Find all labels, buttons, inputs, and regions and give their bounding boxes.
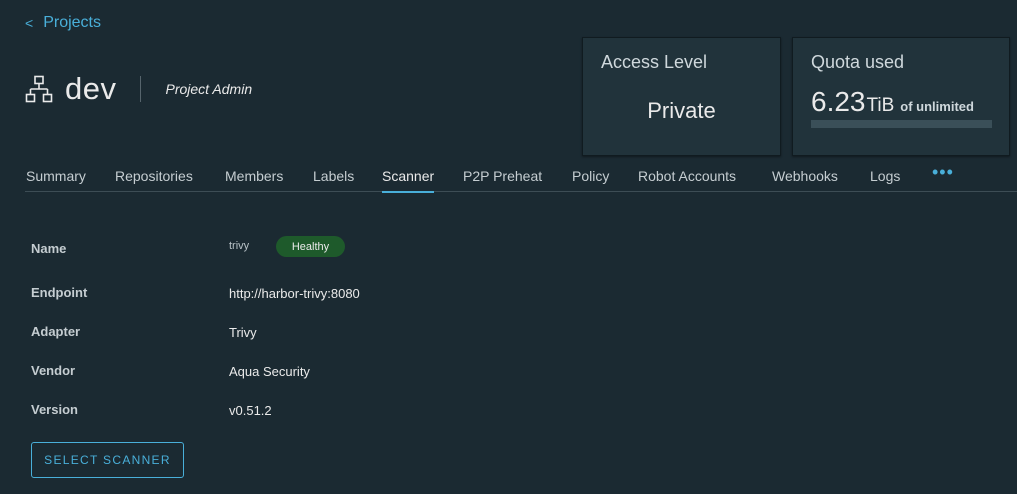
- project-role: Project Admin: [165, 81, 253, 97]
- tab-scanner[interactable]: Scanner: [382, 168, 435, 193]
- scanner-health-badge: Healthy: [276, 236, 345, 257]
- project-tree-icon: [25, 75, 53, 103]
- adapter-label: Adapter: [31, 324, 81, 339]
- vendor-label: Vendor: [31, 363, 76, 378]
- scanner-name-value: trivy: [229, 240, 250, 252]
- vendor-value: Aqua Security: [229, 364, 310, 379]
- tab-repositories[interactable]: Repositories: [115, 168, 193, 192]
- endpoint-label: Endpoint: [31, 285, 88, 300]
- tab-members[interactable]: Members: [225, 168, 283, 192]
- quota-progress-bar: [811, 120, 992, 128]
- adapter-value: Trivy: [229, 325, 257, 340]
- quota-title: Quota used: [811, 52, 905, 72]
- select-scanner-button[interactable]: SELECT SCANNER: [31, 442, 184, 478]
- quota-card: Quota used 6.23 TiB of unlimited: [792, 37, 1010, 156]
- access-level-title: Access Level: [601, 52, 708, 72]
- back-link-label: Projects: [43, 14, 101, 31]
- more-tabs-icon[interactable]: •••: [932, 162, 954, 183]
- quota-number: 6.23: [811, 86, 866, 117]
- tab-summary[interactable]: Summary: [26, 168, 86, 192]
- endpoint-value: http://harbor-trivy:8080: [229, 286, 360, 301]
- access-level-card: Access Level Private: [582, 37, 781, 156]
- header-divider: [140, 76, 142, 102]
- tab-p2p-preheat[interactable]: P2P Preheat: [463, 168, 542, 192]
- tab-labels[interactable]: Labels: [313, 168, 354, 192]
- version-value: v0.51.2: [229, 403, 272, 418]
- tab-policy[interactable]: Policy: [572, 168, 609, 192]
- tab-webhooks[interactable]: Webhooks: [772, 168, 838, 192]
- version-label: Version: [31, 402, 78, 417]
- chevron-left-icon: <: [25, 15, 34, 31]
- tab-robot-accounts[interactable]: Robot Accounts: [638, 168, 736, 192]
- access-level-value: Private: [647, 98, 716, 123]
- project-name: dev: [65, 71, 117, 106]
- quota-unit: TiB: [866, 95, 895, 116]
- back-to-projects-link[interactable]: < Projects: [25, 14, 101, 32]
- tab-logs[interactable]: Logs: [870, 168, 900, 192]
- project-header: dev Project Admin: [25, 71, 253, 106]
- project-detail-page: < Projects dev Project Admin Access Leve…: [0, 0, 1017, 494]
- scanner-name-label: Name: [31, 241, 67, 256]
- quota-suffix: of unlimited: [900, 99, 974, 114]
- project-tabs: Summary Repositories Members Labels Scan…: [25, 160, 1017, 193]
- quota-readout: 6.23 TiB of unlimited: [811, 86, 974, 118]
